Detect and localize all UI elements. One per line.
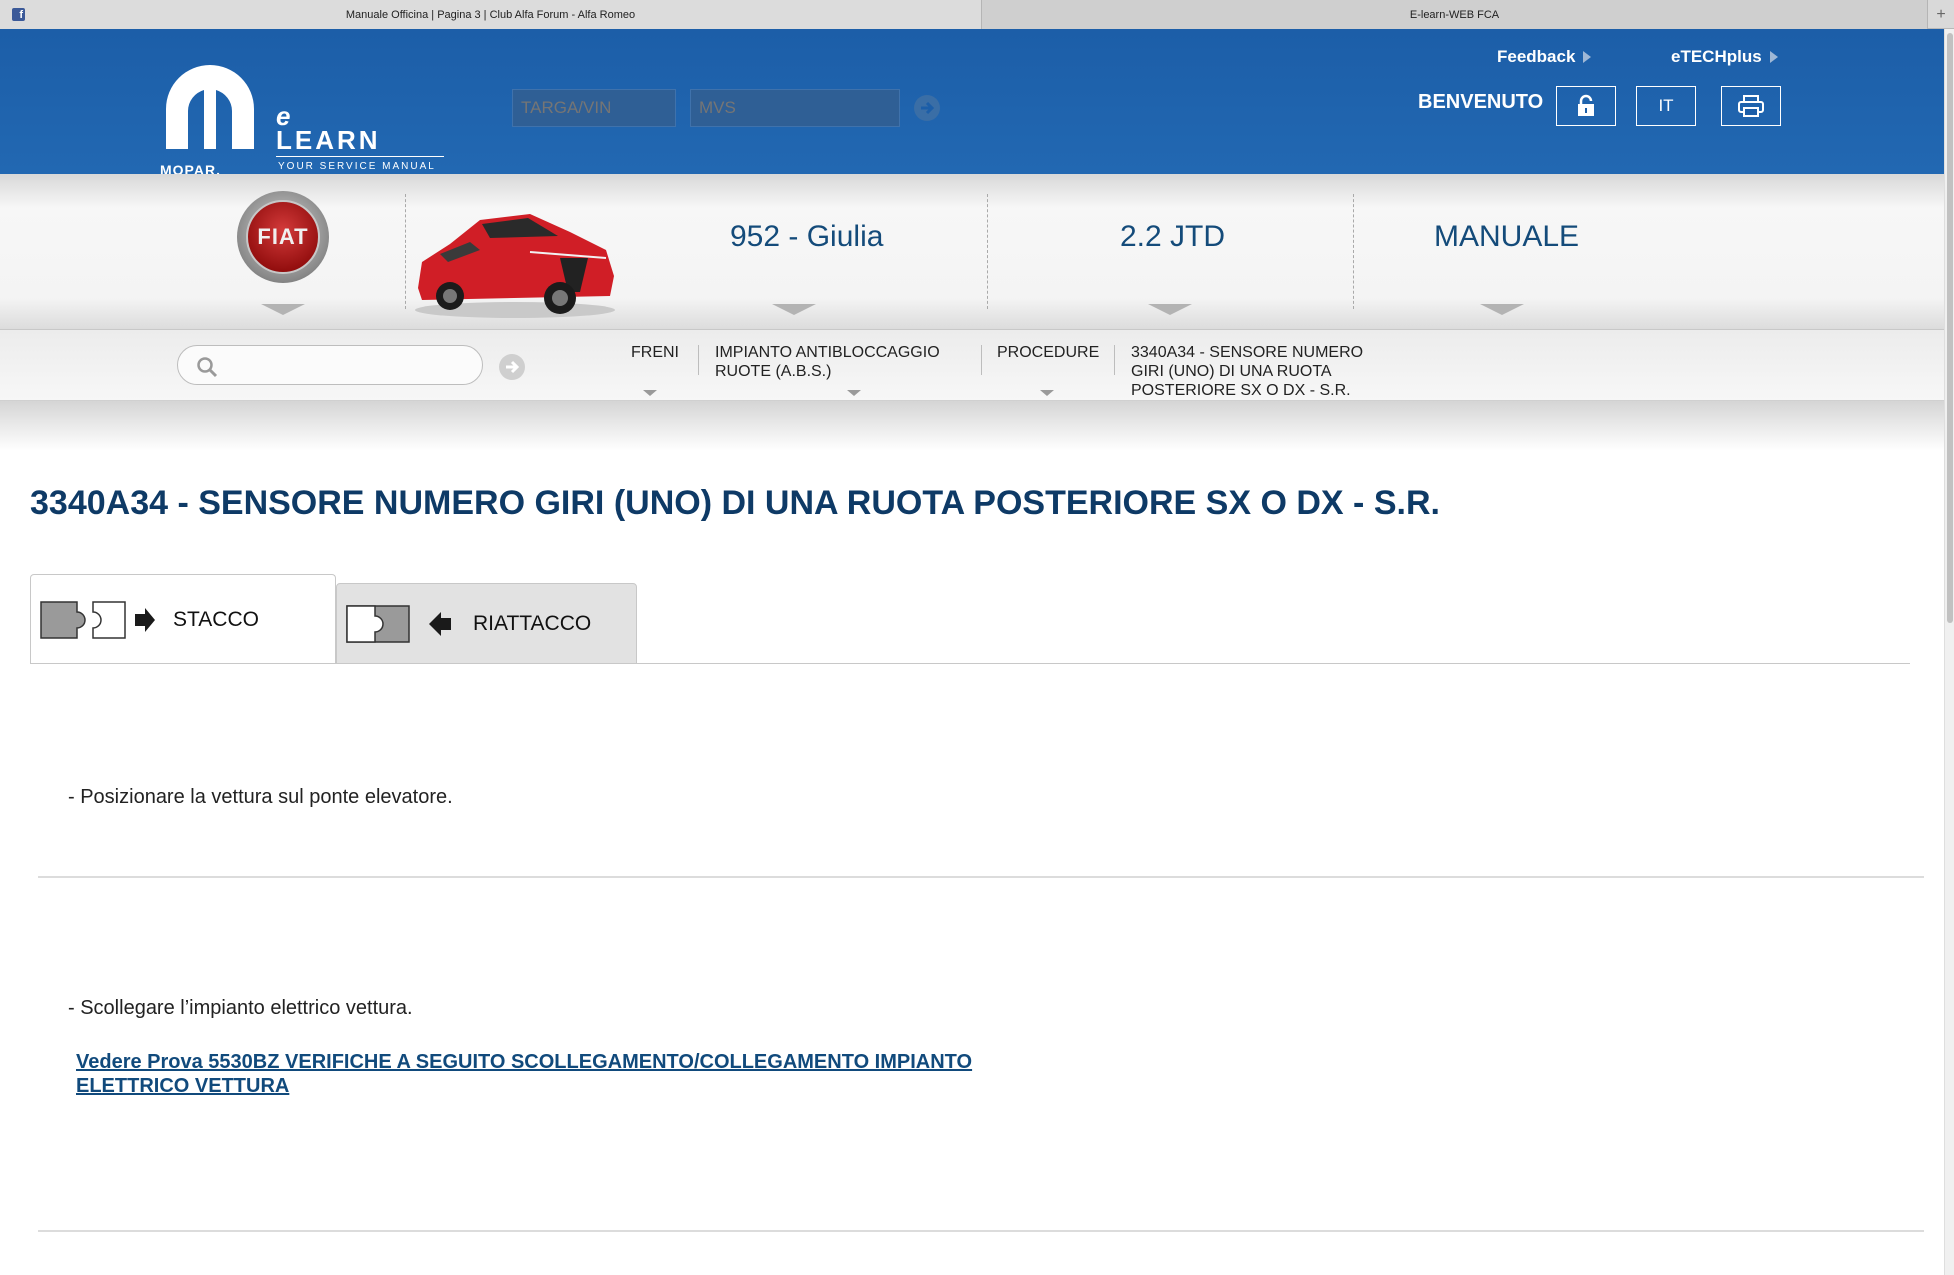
reconnect-icon (346, 604, 451, 643)
arrow-right-icon (506, 360, 520, 374)
breadcrumb-item-current: 3340A34 - SENSORE NUMERO GIRI (UNO) DI U… (1131, 344, 1364, 399)
header-shadow (0, 401, 1944, 451)
car-image (415, 214, 615, 318)
model-selector[interactable]: 952 - Giulia (730, 220, 883, 254)
breadcrumb-item-abs[interactable]: IMPIANTO ANTIBLOCCAGGIO RUOTE (A.B.S.) (715, 343, 955, 381)
new-tab-button[interactable]: + (1928, 0, 1954, 29)
breadcrumb-divider (698, 345, 699, 375)
browser-tab-title: Manuale Officina | Pagina 3 | Club Alfa … (345, 8, 636, 21)
divider (405, 194, 406, 309)
engine-selector[interactable]: 2.2 JTD (1120, 220, 1225, 254)
logout-button[interactable] (1556, 86, 1616, 126)
procedure-step: - Posizionare la vettura sul ponte eleva… (68, 786, 453, 808)
feedback-link[interactable]: Feedback (1497, 47, 1592, 67)
tab-riattacco[interactable]: RIATTACCO (336, 583, 637, 664)
lock-open-icon (1578, 94, 1594, 116)
brand-divider (276, 156, 444, 157)
chevron-down-icon[interactable] (643, 390, 657, 396)
vehicle-search-go-button[interactable] (914, 95, 940, 121)
triangle-right-icon (1583, 51, 1592, 63)
mopar-m-icon (166, 65, 254, 149)
vehicle-selector-band: FIAT 952 - Giulia 2.2 JTD MANUALE (0, 174, 1944, 330)
disconnect-icon (40, 600, 155, 639)
search-icon (197, 357, 218, 378)
search-go-button[interactable] (499, 354, 525, 380)
breadcrumb-divider (981, 345, 982, 375)
scrollbar-thumb[interactable] (1947, 33, 1953, 623)
browser-tab-elearn[interactable]: E-learn-WEB FCA (982, 0, 1928, 29)
step-separator (38, 876, 1924, 878)
browser-tab-forum[interactable]: f Manuale Officina | Pagina 3 | Club Alf… (0, 0, 982, 29)
fiat-brand-selector[interactable]: FIAT (237, 191, 329, 283)
document-selector[interactable]: MANUALE (1434, 220, 1579, 254)
arrow-right-icon (921, 101, 935, 115)
search-input[interactable] (177, 345, 483, 385)
browser-tab-strip: f Manuale Officina | Pagina 3 | Club Alf… (0, 0, 1954, 29)
targa-vin-input[interactable] (512, 89, 676, 127)
tab-stacco-label: STACCO (173, 607, 259, 631)
tabs-underline (30, 663, 1910, 664)
breadcrumb-item-procedure[interactable]: PROCEDURE (997, 343, 1099, 362)
chevron-down-icon[interactable] (1480, 304, 1524, 315)
fiat-logo: FIAT (246, 200, 320, 274)
page-title: 3340A34 - SENSORE NUMERO GIRI (UNO) DI U… (30, 484, 1440, 522)
chevron-down-icon[interactable] (1040, 390, 1054, 396)
mvs-input[interactable] (690, 89, 900, 127)
brand-tagline: YOUR SERVICE MANUAL (278, 161, 436, 172)
procedure-step: - Scollegare l’impianto elettrico vettur… (68, 997, 413, 1019)
chevron-down-icon[interactable] (772, 304, 816, 315)
vertical-scrollbar[interactable] (1944, 29, 1954, 1275)
chevron-down-icon[interactable] (261, 304, 305, 315)
chevron-down-icon[interactable] (1148, 304, 1192, 315)
step-separator (38, 1230, 1924, 1232)
breadcrumb-divider (1114, 345, 1115, 375)
chevron-down-icon[interactable] (847, 390, 861, 396)
app-root: f Manuale Officina | Pagina 3 | Club Alf… (0, 0, 1954, 1275)
breadcrumb-bar: FRENI IMPIANTO ANTIBLOCCAGGIO RUOTE (A.B… (0, 330, 1944, 401)
brand-learn: LEARN (276, 125, 381, 155)
elearn-logo[interactable]: MOPAR. e LEARN YOUR SERVICE MANUAL (158, 57, 448, 178)
welcome-text: BENVENUTO (1418, 91, 1544, 113)
divider (1353, 194, 1354, 309)
facebook-icon: f (12, 8, 25, 21)
etechplus-label: eTECHplus (1671, 47, 1762, 66)
printer-icon (1738, 95, 1764, 117)
browser-tab-title: E-learn-WEB FCA (1409, 8, 1500, 21)
divider (987, 194, 988, 309)
tab-riattacco-label: RIATTACCO (473, 611, 592, 635)
feedback-label: Feedback (1497, 47, 1576, 66)
print-button[interactable] (1721, 86, 1781, 126)
tab-stacco[interactable]: STACCO (30, 574, 336, 664)
breadcrumb-item-freni[interactable]: FRENI (631, 343, 679, 362)
language-button[interactable]: IT (1636, 86, 1696, 126)
app-header: MOPAR. e LEARN YOUR SERVICE MANUAL Feedb… (0, 29, 1944, 178)
triangle-right-icon (1769, 51, 1778, 63)
etechplus-link[interactable]: eTECHplus (1671, 47, 1778, 67)
procedure-reference-link[interactable]: Vedere Prova 5530BZ VERIFICHE A SEGUITO … (76, 1050, 1086, 1098)
